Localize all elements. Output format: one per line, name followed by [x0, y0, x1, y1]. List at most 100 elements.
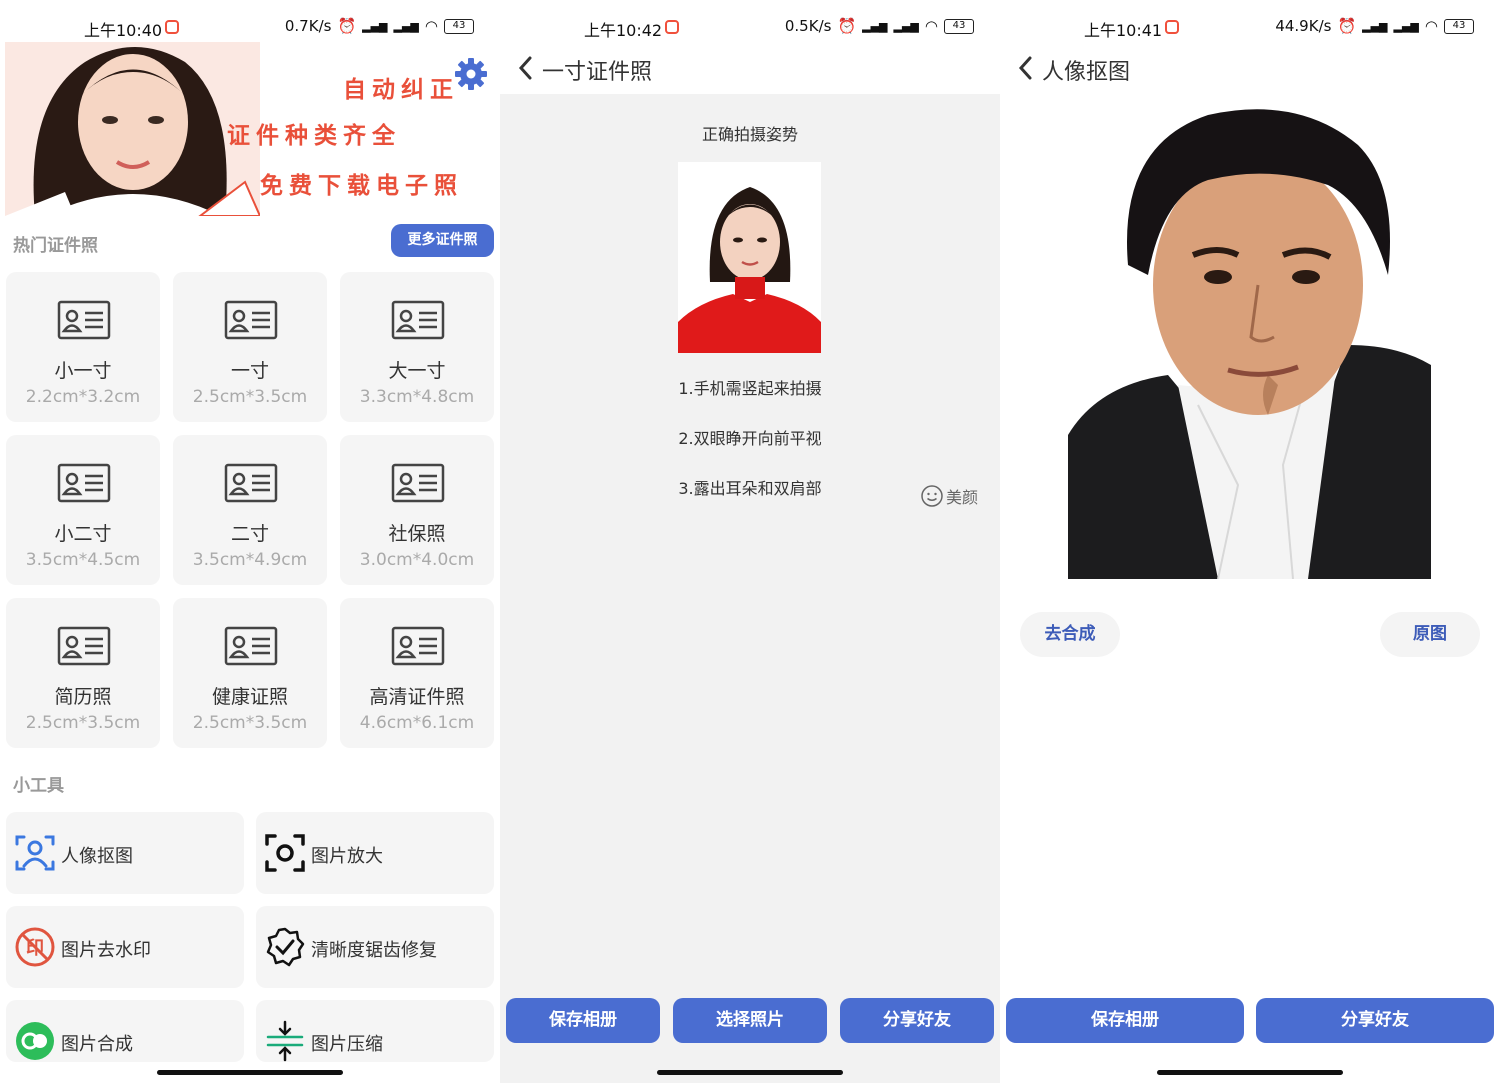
card-hd-id-photo[interactable]: 高清证件照 4.6cm*6.1cm [340, 598, 494, 748]
watermark-remove-icon: 印 [15, 927, 55, 967]
signal-icon: ▂▄▆ [362, 19, 388, 33]
card-size: 2.5cm*3.5cm [192, 387, 308, 407]
status-time: 上午10:40 [84, 21, 163, 40]
back-arrow-icon[interactable] [516, 54, 536, 82]
card-social-security[interactable]: 社保照 3.0cm*4.0cm [340, 435, 494, 585]
card-size: 4.6cm*6.1cm [359, 713, 475, 733]
id-card-icon [391, 300, 445, 340]
card-size: 2.5cm*3.5cm [192, 713, 308, 733]
tool-label: 人像抠图 [61, 846, 133, 867]
alarm-icon: ⏰ [837, 17, 857, 35]
card-name: 二寸 [230, 523, 269, 545]
home-indicator[interactable] [157, 1070, 343, 1075]
tool-image-compress[interactable]: 图片压缩 [256, 1000, 494, 1062]
banner-line-2: 证件种类齐全 [227, 123, 401, 149]
card-name: 一寸 [230, 360, 269, 382]
id-card-icon [391, 626, 445, 666]
tool-label: 图片压缩 [311, 1034, 383, 1055]
home-screen: 上午10:40 0.7K/s ⏰ ▂▄▆ ▂▄▆ ◠ 43 自动纠正 证件种类齐… [0, 0, 500, 1083]
tool-image-enlarge[interactable]: 图片放大 [256, 812, 494, 894]
id-card-icon [224, 626, 278, 666]
sample-id-photo [678, 162, 821, 353]
battery-icon: 43 [944, 18, 974, 34]
card-2inch[interactable]: 二寸 3.5cm*4.9cm [173, 435, 327, 585]
signal-icon-2: ▂▄▆ [1393, 19, 1419, 33]
tool-image-merge[interactable]: 图片合成 [6, 1000, 244, 1062]
page-title: 一寸证件照 [542, 60, 653, 85]
signal-icon-2: ▂▄▆ [393, 19, 419, 33]
battery-icon: 43 [444, 18, 474, 34]
tool-label: 图片放大 [311, 846, 383, 867]
more-id-photos-button[interactable]: 更多证件照 [391, 224, 494, 257]
status-time: 上午10:41 [1084, 21, 1163, 40]
top-bar: 一寸证件照 [500, 42, 1000, 94]
image-compress-icon [266, 1020, 304, 1062]
card-small-1inch[interactable]: 小一寸 2.2cm*3.2cm [6, 272, 160, 422]
card-large-1inch[interactable]: 大一寸 3.3cm*4.8cm [340, 272, 494, 422]
gear-icon[interactable] [453, 56, 489, 92]
tool-label: 清晰度锯齿修复 [311, 940, 437, 961]
card-health-certificate[interactable]: 健康证照 2.5cm*3.5cm [173, 598, 327, 748]
top-bar: 人像抠图 [1000, 42, 1500, 94]
tip-2: 2.双眼睁开向前平视 [678, 429, 822, 448]
card-size: 2.5cm*3.5cm [25, 713, 141, 733]
compose-button[interactable]: 去合成 [1020, 612, 1120, 657]
card-small-2inch[interactable]: 小二寸 3.5cm*4.5cm [6, 435, 160, 585]
id-card-icon [224, 300, 278, 340]
beauty-label: 美颜 [946, 488, 979, 507]
share-friend-button[interactable]: 分享好友 [840, 998, 994, 1043]
screen-record-icon [665, 20, 679, 34]
id-card-icon [57, 300, 111, 340]
wifi-icon: ◠ [1424, 17, 1438, 35]
signal-icon: ▂▄▆ [1362, 19, 1388, 33]
tool-label: 图片合成 [61, 1034, 133, 1055]
status-bar: 上午10:42 0.5K/s ⏰ ▂▄▆ ▂▄▆ ◠ 43 [500, 0, 1000, 42]
home-indicator[interactable] [657, 1070, 843, 1075]
status-time: 上午10:42 [584, 21, 663, 40]
promo-banner[interactable]: 自动纠正 证件种类齐全 免费下载电子照 [5, 42, 495, 216]
tool-watermark-remove[interactable]: 印 图片去水印 [6, 906, 244, 988]
card-name: 大一寸 [388, 360, 446, 382]
image-enlarge-icon [265, 834, 305, 872]
status-right: 0.5K/s ⏰ ▂▄▆ ▂▄▆ ◠ 43 [785, 17, 974, 35]
id-card-icon [57, 463, 111, 503]
save-album-button[interactable]: 保存相册 [506, 998, 660, 1043]
back-arrow-icon[interactable] [1016, 54, 1036, 82]
status-right: 44.9K/s ⏰ ▂▄▆ ▂▄▆ ◠ 43 [1275, 17, 1474, 35]
card-size: 3.5cm*4.5cm [25, 550, 141, 570]
card-resume[interactable]: 简历照 2.5cm*3.5cm [6, 598, 160, 748]
save-album-button[interactable]: 保存相册 [1006, 998, 1244, 1043]
beauty-toggle[interactable]: 美颜 [920, 484, 978, 508]
banner-line-3: 免费下载电子照 [260, 173, 463, 199]
card-1inch[interactable]: 一寸 2.5cm*3.5cm [173, 272, 327, 422]
wifi-icon: ◠ [924, 17, 938, 35]
share-friend-button[interactable]: 分享好友 [1256, 998, 1494, 1043]
network-speed: 0.5K/s [784, 17, 832, 35]
banner-line-1: 自动纠正 [343, 77, 459, 103]
card-size: 3.5cm*4.9cm [192, 550, 308, 570]
signal-icon-2: ▂▄▆ [893, 19, 919, 33]
alarm-icon: ⏰ [1337, 17, 1357, 35]
tool-portrait-cutout[interactable]: 人像抠图 [6, 812, 244, 894]
tool-label: 图片去水印 [61, 940, 151, 961]
card-name: 小二寸 [54, 523, 112, 545]
pose-title: 正确拍摄姿势 [701, 125, 798, 144]
status-bar: 上午10:40 0.7K/s ⏰ ▂▄▆ ▂▄▆ ◠ 43 [0, 0, 500, 42]
signal-icon: ▂▄▆ [862, 19, 888, 33]
page-title: 人像抠图 [1042, 60, 1131, 85]
hot-section-title: 热门证件照 [13, 236, 98, 256]
card-size: 3.3cm*4.8cm [359, 387, 475, 407]
home-indicator[interactable] [1157, 1070, 1343, 1075]
wifi-icon: ◠ [424, 17, 438, 35]
choose-photo-button[interactable]: 选择照片 [673, 998, 827, 1043]
id-card-icon [391, 463, 445, 503]
card-size: 2.2cm*3.2cm [25, 387, 141, 407]
original-image-button[interactable]: 原图 [1380, 612, 1480, 657]
network-speed: 0.7K/s [284, 17, 332, 35]
status-bar: 上午10:41 44.9K/s ⏰ ▂▄▆ ▂▄▆ ◠ 43 [1000, 0, 1500, 42]
portrait-cutout-icon [15, 835, 55, 871]
tool-clarity-repair[interactable]: 清晰度锯齿修复 [256, 906, 494, 988]
model-portrait-image [5, 42, 260, 216]
network-speed: 44.9K/s [1275, 17, 1332, 35]
cutout-portrait-image [1068, 105, 1431, 579]
